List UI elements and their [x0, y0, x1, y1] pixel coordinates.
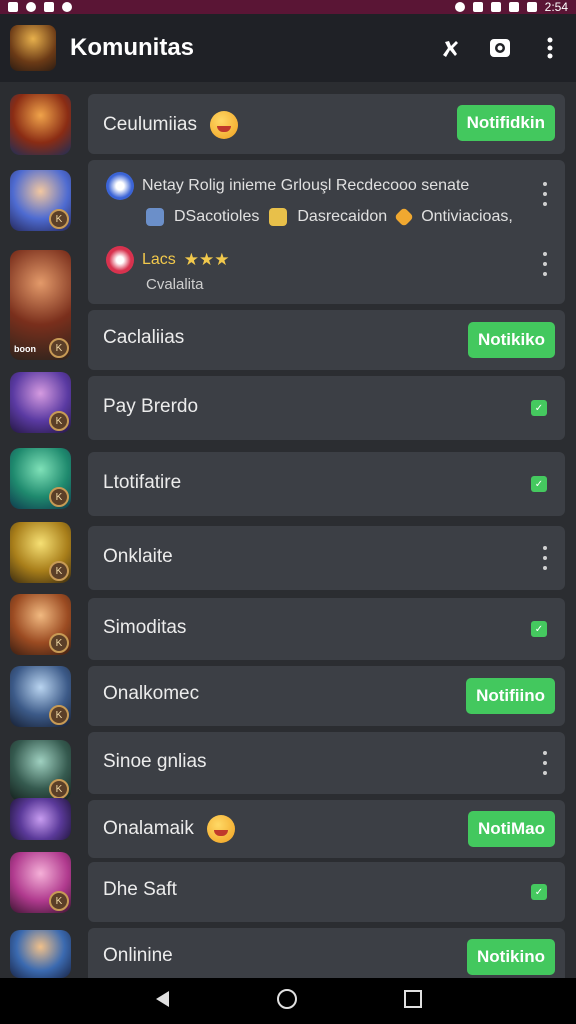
- rating-title: Lacs: [142, 251, 176, 268]
- notification-icon: [8, 2, 18, 12]
- camera-small-icon: [146, 208, 164, 226]
- list-item-label: Onalkomec: [103, 683, 200, 704]
- expanded-line-1: Netay Rolig inieme Grlouşl Recdecooo sen…: [142, 177, 470, 194]
- app-notification-icon: [26, 2, 36, 12]
- list-item[interactable]: Pay Brerdo ✓: [88, 376, 565, 440]
- check-icon[interactable]: ✓: [531, 400, 547, 416]
- wifi-icon: [490, 2, 501, 12]
- community-icon: [106, 172, 134, 200]
- list-item[interactable]: Onalamaik NotiMao: [88, 800, 565, 858]
- more-vert-icon[interactable]: [541, 182, 549, 206]
- thumbnail-avatar[interactable]: [10, 798, 71, 840]
- signal-icon: [508, 2, 519, 12]
- list-item[interactable]: Ceulumiias Notifidkin: [88, 94, 565, 154]
- rank-badge-icon: K: [49, 779, 69, 799]
- check-icon[interactable]: ✓: [531, 621, 547, 637]
- vibrate-icon: [472, 2, 483, 12]
- more-vert-icon[interactable]: [538, 36, 562, 60]
- app-bar: Komunitas: [0, 14, 576, 82]
- list-item-label: Onklaite: [103, 546, 173, 567]
- thumbnail-avatar[interactable]: boon K: [10, 250, 71, 360]
- list-item-expanded[interactable]: Netay Rolig inieme Grlouşl Recdecooo sen…: [88, 160, 565, 304]
- list-item[interactable]: Simoditas ✓: [88, 598, 565, 660]
- list-item[interactable]: Onlinine Notikino: [88, 928, 565, 978]
- rank-badge-icon: K: [49, 705, 69, 725]
- thumbnail-avatar[interactable]: K: [10, 372, 71, 433]
- sub-item-label: Ontiviacioas,: [421, 208, 513, 225]
- rank-badge-icon: K: [49, 561, 69, 581]
- list-item[interactable]: Ltotifatire ✓: [88, 452, 565, 516]
- list-item-label: Onalamaik: [103, 818, 194, 840]
- star-rating: ★★★: [183, 250, 230, 269]
- battery-icon: [526, 2, 537, 12]
- thumbnail-avatar[interactable]: K: [10, 666, 71, 727]
- box-icon: [269, 208, 288, 226]
- status-time: 2:54: [544, 0, 568, 14]
- page-title: Komunitas: [70, 34, 195, 61]
- list-item-label: Caclaliias: [103, 327, 185, 348]
- community-list[interactable]: K boon K K K K K K K K Ceulumiias Notifi…: [0, 82, 576, 978]
- list-item-label: Onlinine: [103, 945, 173, 966]
- status-bar: 2:54: [0, 0, 576, 14]
- thumbnail-avatar[interactable]: K: [10, 740, 71, 801]
- thumbnail-label: boon: [14, 344, 36, 354]
- sub-item-label: Dasrecaidon: [297, 208, 388, 225]
- check-icon[interactable]: ✓: [531, 476, 547, 492]
- thumbnail-avatar[interactable]: K: [10, 594, 71, 655]
- rank-badge-icon: K: [49, 209, 69, 229]
- list-item-label: Ltotifatire: [103, 472, 182, 493]
- list-item-label: Pay Brerdo: [103, 396, 199, 417]
- thumbnail-avatar[interactable]: K: [10, 852, 71, 913]
- rating-icon: [106, 246, 134, 274]
- tag-icon: [394, 207, 415, 227]
- rank-badge-icon: K: [49, 487, 69, 507]
- list-item[interactable]: Sinoe gnlias: [88, 732, 565, 794]
- rank-badge-icon: K: [49, 411, 69, 431]
- list-item-label: Ceulumiias: [103, 114, 197, 136]
- list-item[interactable]: Caclaliias Notikiko: [88, 310, 565, 370]
- emoji-icon: [210, 111, 239, 139]
- home-icon[interactable]: [276, 988, 298, 1015]
- rank-badge-icon: K: [49, 891, 69, 911]
- list-item-label: Sinoe gnlias: [103, 751, 207, 772]
- thumbnail-avatar[interactable]: K: [10, 522, 71, 583]
- rating-subtitle: Cvalalita: [146, 276, 204, 293]
- emoji-icon: [207, 815, 236, 843]
- app-avatar[interactable]: [10, 25, 56, 71]
- list-item[interactable]: Onklaite: [88, 526, 565, 590]
- hero-icon[interactable]: [438, 36, 462, 60]
- image-notification-icon: [44, 2, 54, 12]
- sub-item-label: DSacotioles: [174, 208, 260, 225]
- system-nav-bar: [0, 978, 576, 1024]
- notify-button[interactable]: Notikino: [467, 939, 555, 975]
- notify-button[interactable]: Notifiino: [466, 678, 555, 714]
- notify-button[interactable]: NotiMao: [467, 811, 555, 847]
- notify-button[interactable]: Notikiko: [467, 322, 555, 358]
- sync-icon: [62, 2, 72, 12]
- back-icon[interactable]: [153, 989, 171, 1014]
- list-item[interactable]: Dhe Saft ✓: [88, 862, 565, 922]
- rank-badge-icon: K: [49, 633, 69, 653]
- camera-icon[interactable]: [488, 36, 512, 60]
- thumbnail-avatar[interactable]: K: [10, 170, 71, 231]
- check-icon[interactable]: ✓: [531, 884, 547, 900]
- thumbnail-avatar[interactable]: [10, 94, 71, 155]
- location-icon: [454, 2, 465, 12]
- thumbnail-avatar[interactable]: [10, 930, 71, 978]
- more-vert-icon[interactable]: [541, 751, 549, 775]
- list-item[interactable]: Onalkomec Notifiino: [88, 666, 565, 726]
- notify-button[interactable]: Notifidkin: [456, 105, 555, 141]
- more-vert-icon[interactable]: [541, 546, 549, 570]
- thumbnail-avatar[interactable]: K: [10, 448, 71, 509]
- list-item-label: Dhe Saft: [103, 879, 177, 900]
- recents-icon[interactable]: [403, 989, 423, 1014]
- more-vert-icon[interactable]: [541, 252, 549, 276]
- rank-badge-icon: K: [49, 338, 69, 358]
- list-item-label: Simoditas: [103, 617, 187, 638]
